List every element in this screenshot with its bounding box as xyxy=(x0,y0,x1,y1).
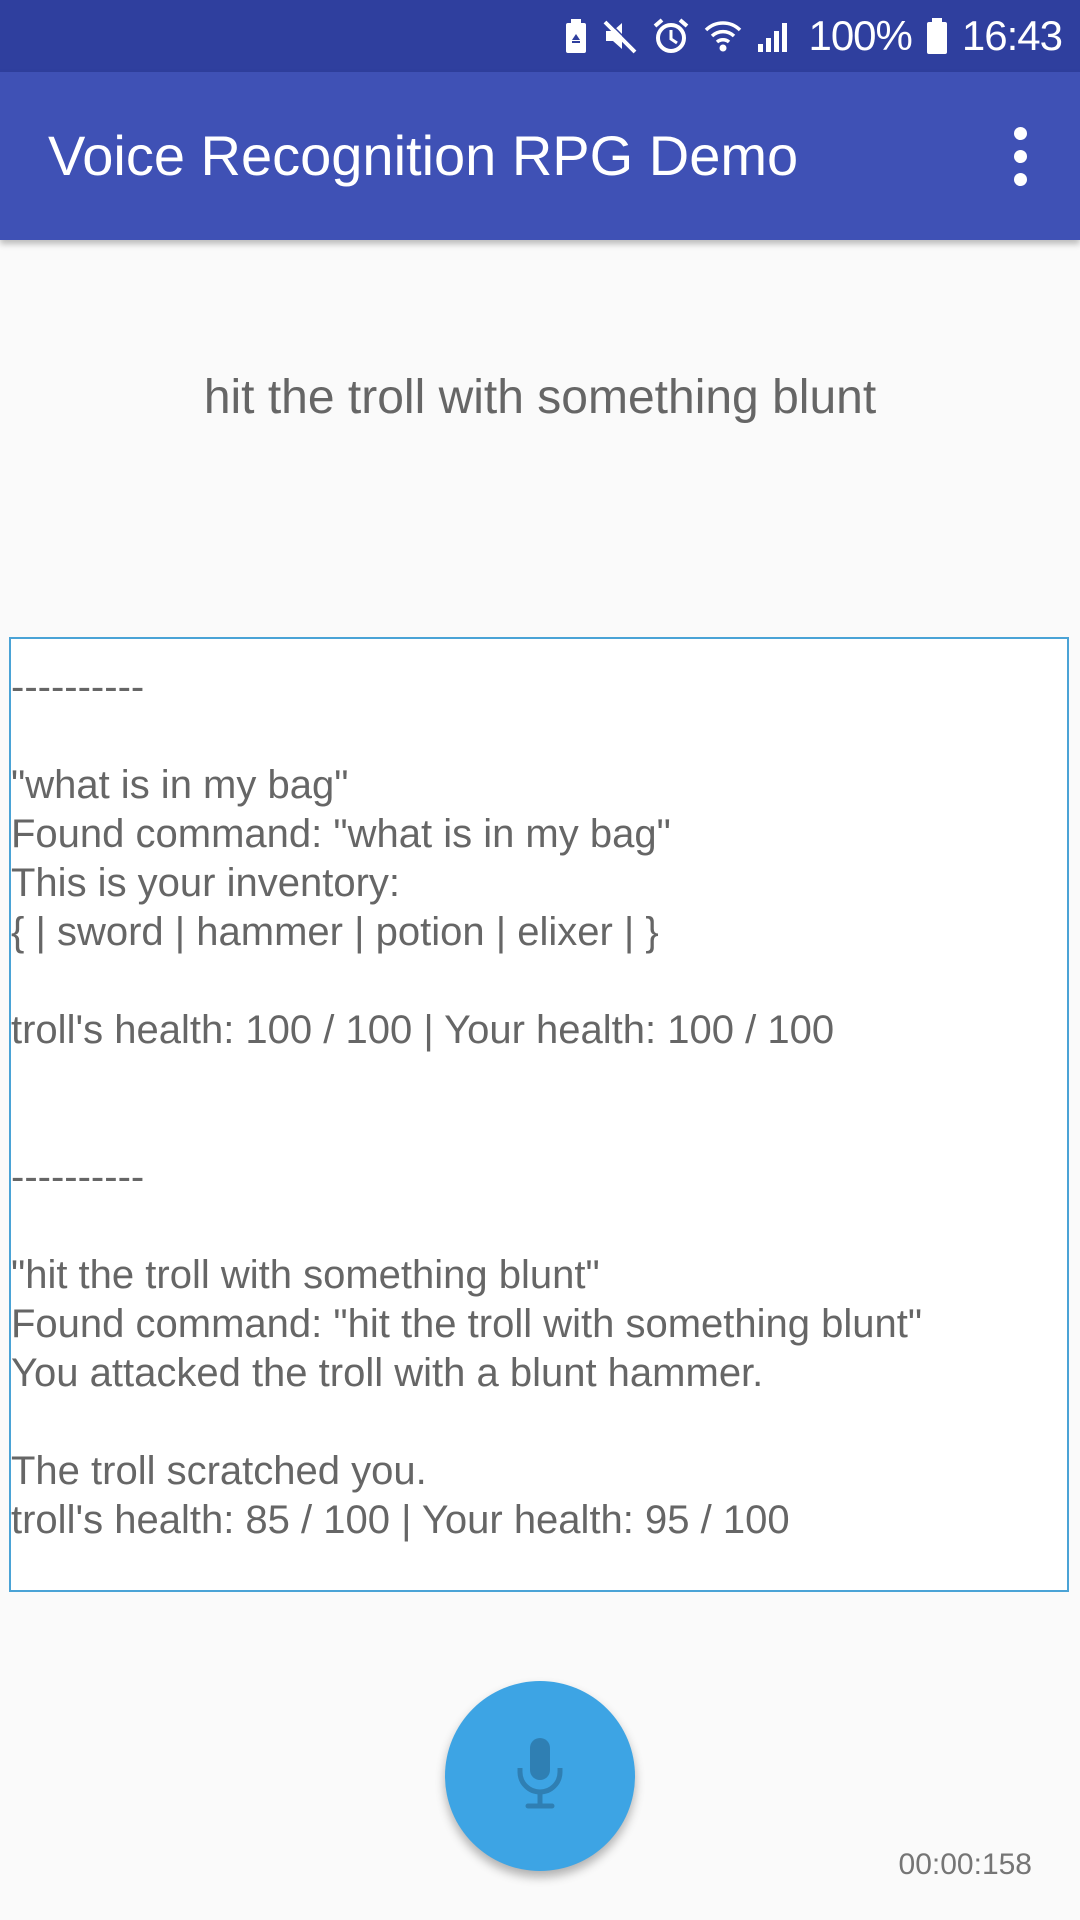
more-vert-icon[interactable] xyxy=(980,116,1060,196)
overflow-dot xyxy=(1013,126,1027,140)
recognized-speech-text: hit the troll with something blunt xyxy=(203,371,877,424)
microphone-icon xyxy=(512,1734,568,1819)
game-log-text: ---------- "what is in my bag" Found com… xyxy=(11,665,923,1542)
game-log-panel[interactable]: ---------- "what is in my bag" Found com… xyxy=(9,637,1069,1592)
overflow-dot xyxy=(1013,172,1027,186)
battery-percent: 100% xyxy=(808,12,912,59)
mute-icon xyxy=(602,18,638,54)
alarm-icon xyxy=(652,17,690,55)
wifi-icon xyxy=(704,18,742,54)
app-title: Voice Recognition RPG Demo xyxy=(48,124,799,187)
status-bar: 100% 16:43 xyxy=(0,0,1080,72)
status-icons: 100% 16:43 xyxy=(564,0,1063,72)
timer-readout: 00:00:158 xyxy=(898,1848,1032,1881)
signal-icon xyxy=(756,18,794,54)
battery-saver-icon xyxy=(564,18,588,54)
clock: 16:43 xyxy=(961,12,1063,59)
overflow-dot xyxy=(1013,149,1027,163)
app-bar: Voice Recognition RPG Demo xyxy=(0,72,1080,240)
microphone-button[interactable] xyxy=(445,1681,635,1871)
battery-icon xyxy=(926,17,948,55)
